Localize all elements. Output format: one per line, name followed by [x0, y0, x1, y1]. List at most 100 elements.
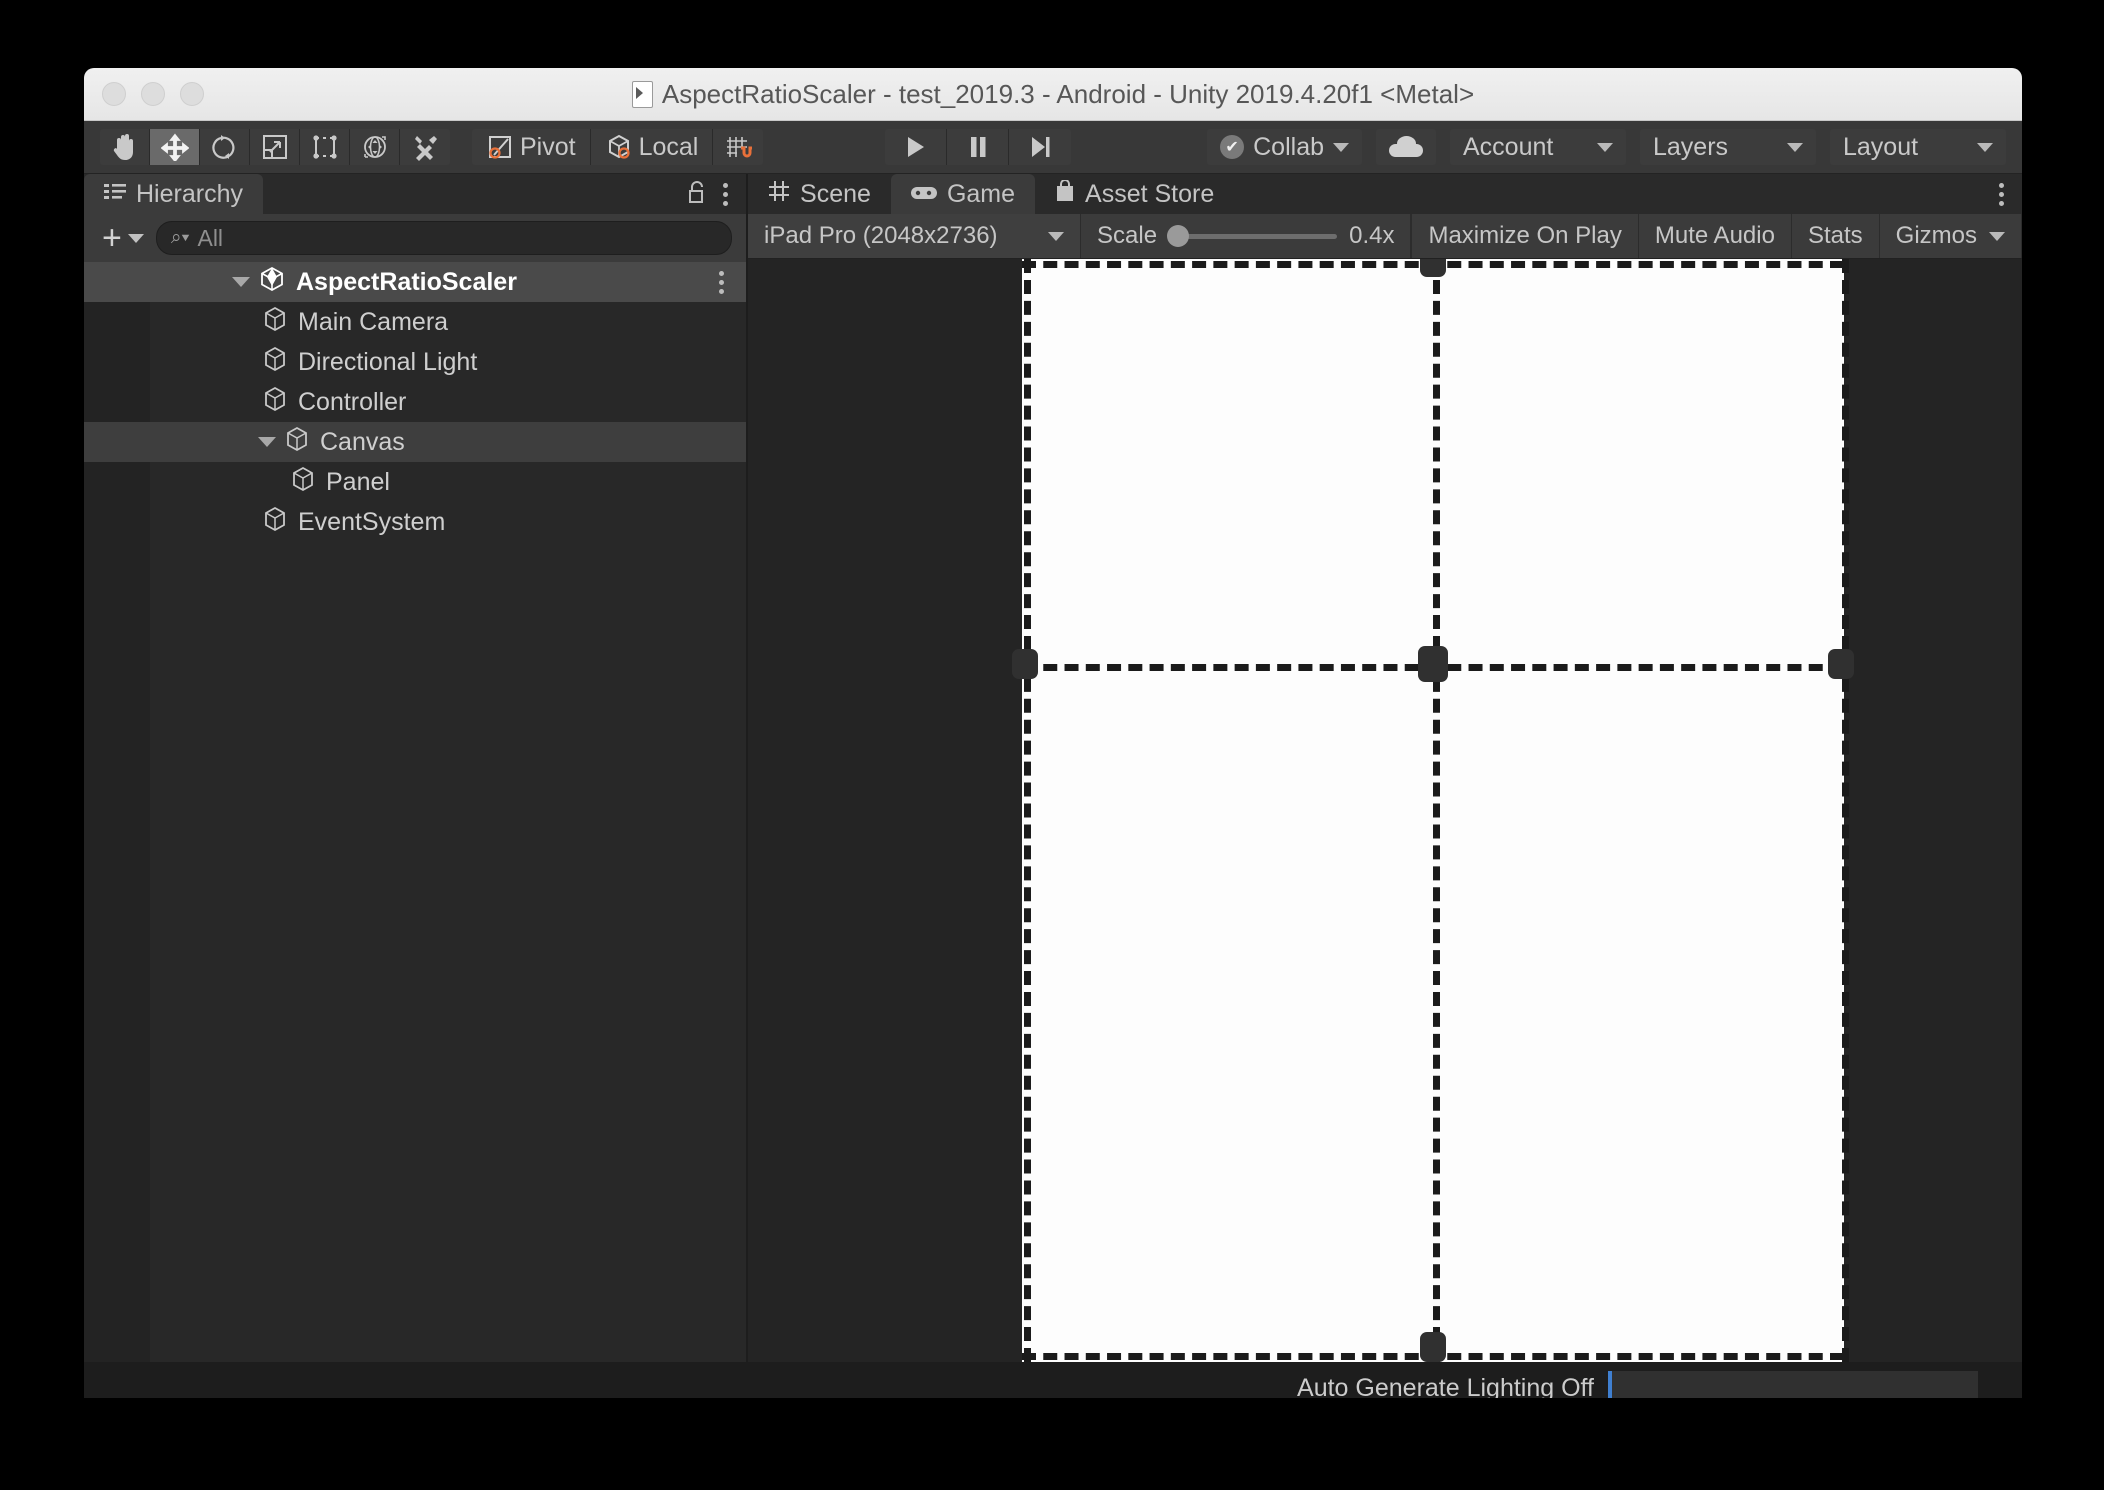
chevron-down-icon — [1977, 142, 1993, 152]
tab-hierarchy[interactable]: Hierarchy — [84, 174, 263, 214]
view-menu-icon[interactable] — [1999, 182, 2004, 206]
tab-scene[interactable]: Scene — [748, 174, 891, 214]
chevron-down-icon — [1048, 231, 1065, 241]
selection-edge-right — [1842, 259, 1850, 1362]
hierarchy-menu-icon[interactable] — [723, 182, 729, 206]
unity-editor-window: AspectRatioScaler - test_2019.3 - Androi… — [84, 68, 2022, 1398]
hierarchy-item-label: Canvas — [320, 427, 405, 456]
local-toggle-button[interactable]: Local — [590, 129, 714, 165]
tab-asset-store-label: Asset Store — [1085, 179, 1215, 208]
search-icon: ⌕▾ — [170, 227, 190, 248]
hierarchy-item-eventsystem[interactable]: EventSystem — [84, 502, 746, 542]
cloud-icon — [1389, 136, 1423, 157]
gameobject-cube-icon — [262, 306, 288, 339]
top-middle-handle[interactable] — [1420, 259, 1447, 277]
window-titlebar: AspectRatioScaler - test_2019.3 - Androi… — [84, 68, 2022, 121]
account-label: Account — [1463, 132, 1554, 161]
rotate-tool-button[interactable] — [200, 129, 250, 165]
shopping-bag-icon — [1055, 178, 1075, 209]
left-middle-handle[interactable] — [1012, 649, 1039, 679]
step-button[interactable] — [1009, 129, 1072, 165]
collab-button[interactable]: ✔ Collab — [1207, 129, 1362, 165]
grid-snap-button[interactable] — [713, 129, 764, 165]
hierarchy-item-controller[interactable]: Controller — [84, 382, 746, 422]
resolution-dropdown[interactable]: iPad Pro (2048x2736) — [748, 214, 1082, 258]
status-progress-area — [1612, 1371, 1978, 1398]
rotate-icon — [211, 133, 238, 161]
lock-open-icon[interactable] — [687, 180, 707, 209]
maximize-on-play-button[interactable]: Maximize On Play — [1411, 214, 1639, 258]
game-canvas-render — [1012, 259, 1855, 1362]
pivot-toggle-button[interactable]: Pivot — [472, 129, 591, 165]
game-panel: Scene Game Asset Store iPad Pro (2048x27… — [748, 174, 2022, 1362]
tab-scene-label: Scene — [800, 179, 871, 208]
selection-axis-vertical — [1433, 259, 1441, 1362]
gameobject-cube-icon — [290, 466, 316, 499]
cloud-button[interactable] — [1376, 129, 1436, 165]
hierarchy-item-label: Controller — [298, 387, 407, 416]
play-icon — [907, 137, 924, 157]
resolution-label: iPad Pro (2048x2736) — [764, 222, 998, 249]
tab-asset-store[interactable]: Asset Store — [1035, 174, 1234, 214]
tab-game[interactable]: Game — [890, 174, 1036, 214]
hierarchy-item-main-camera[interactable]: Main Camera — [84, 302, 746, 342]
hierarchy-item-panel[interactable]: Panel — [84, 462, 746, 502]
layers-dropdown[interactable]: Layers — [1640, 129, 1816, 165]
mute-audio-button[interactable]: Mute Audio — [1639, 214, 1792, 258]
layers-label: Layers — [1653, 132, 1729, 161]
chevron-down-icon — [1787, 142, 1803, 152]
bottom-middle-handle[interactable] — [1420, 1332, 1447, 1362]
mute-audio-label: Mute Audio — [1654, 222, 1775, 249]
hierarchy-tab-icons — [687, 174, 746, 214]
hierarchy-item-label: Directional Light — [298, 347, 478, 376]
scale-slider-group[interactable]: Scale 0.4x — [1081, 214, 1412, 258]
move-tool-button[interactable] — [150, 129, 200, 165]
window-title-wrap: AspectRatioScaler - test_2019.3 - Androi… — [84, 79, 2022, 110]
local-label: Local — [638, 132, 699, 161]
center-pivot-handle[interactable] — [1418, 646, 1449, 682]
expand-arrow-icon[interactable] — [258, 437, 276, 447]
gizmos-button[interactable]: Gizmos — [1880, 214, 2022, 258]
rect-tool-button[interactable] — [300, 129, 350, 165]
unity-scene-icon — [258, 265, 286, 300]
playback-group — [885, 129, 1072, 165]
chevron-down-icon — [1989, 231, 2005, 241]
play-button[interactable] — [885, 129, 948, 165]
pause-button[interactable] — [947, 129, 1010, 165]
pivot-icon — [486, 133, 514, 161]
hierarchy-item-label: Panel — [326, 467, 390, 496]
gameobject-cube-icon — [262, 386, 288, 419]
create-object-button[interactable]: + — [98, 221, 148, 255]
scale-label: Scale — [1097, 222, 1158, 249]
hierarchy-tree[interactable]: AspectRatioScaler Main Camera Directiona… — [84, 262, 747, 1362]
hierarchy-item-canvas[interactable]: Canvas — [84, 422, 747, 462]
scale-slider[interactable] — [1167, 225, 1338, 247]
scene-grid-icon — [768, 180, 790, 209]
transform-tool-button[interactable] — [350, 129, 400, 165]
right-middle-handle[interactable] — [1828, 649, 1855, 679]
hierarchy-item-directional-light[interactable]: Directional Light — [84, 342, 746, 382]
hand-tool-button[interactable] — [100, 129, 150, 165]
layout-label: Layout — [1843, 132, 1919, 161]
gameobject-cube-icon — [262, 346, 288, 379]
gameobject-cube-icon — [284, 426, 310, 459]
collab-label: Collab — [1253, 132, 1324, 161]
maximize-on-play-label: Maximize On Play — [1428, 222, 1622, 249]
local-cube-icon — [605, 133, 633, 161]
game-view-surface[interactable] — [748, 259, 2022, 1362]
custom-editor-tool-button[interactable] — [400, 129, 450, 165]
stats-label: Stats — [1807, 222, 1863, 249]
pivot-group: Pivot Local — [472, 129, 764, 165]
hierarchy-search-input[interactable]: ⌕▾ All — [155, 221, 733, 255]
hierarchy-row-menu-icon[interactable] — [719, 270, 746, 294]
scale-slider-knob[interactable] — [1167, 225, 1190, 247]
layout-dropdown[interactable]: Layout — [1830, 129, 2006, 165]
stats-button[interactable]: Stats — [1792, 214, 1880, 258]
view-tab-icons — [1999, 174, 2022, 214]
hierarchy-item-aspectratioscaler[interactable]: AspectRatioScaler — [84, 262, 747, 302]
window-title: AspectRatioScaler - test_2019.3 - Androi… — [661, 78, 1475, 109]
grid-snap-magnet-icon — [724, 133, 753, 161]
scale-tool-button[interactable] — [250, 129, 300, 165]
expand-arrow-icon[interactable] — [232, 277, 250, 287]
account-dropdown[interactable]: Account — [1450, 129, 1626, 165]
